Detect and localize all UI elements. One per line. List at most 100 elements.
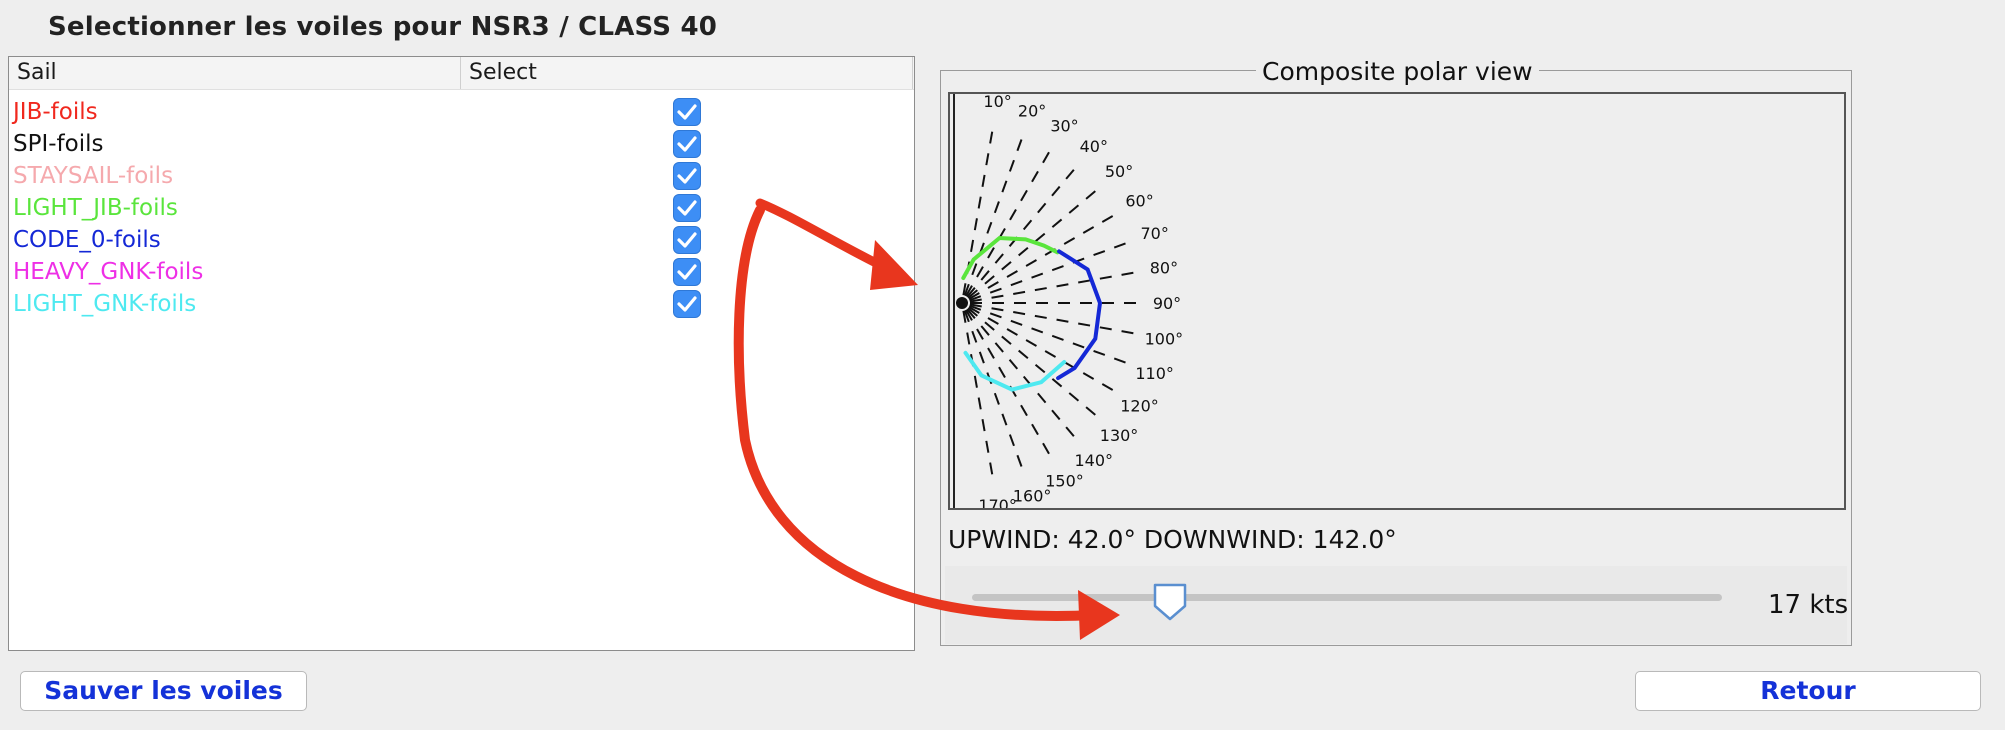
polar-angle-label: 80° (1150, 258, 1178, 277)
back-button[interactable]: Retour (1635, 671, 1981, 711)
select-checkbox[interactable] (673, 194, 701, 222)
sail-name: JIB-foils (13, 99, 98, 125)
sail-name: LIGHT_GNK-foils (13, 291, 197, 317)
polar-radial-dash (1034, 287, 1047, 292)
polar-radial-dash (977, 397, 982, 410)
polar-angle-label: 130° (1100, 426, 1139, 445)
table-row[interactable]: STAYSAIL-foils (9, 160, 914, 192)
polar-angle-label: 140° (1074, 451, 1113, 470)
polar-radial-dash (1051, 218, 1063, 228)
table-row[interactable]: CODE_0-foils (9, 224, 914, 256)
polar-radial-dash (973, 375, 978, 388)
polar-radial-dash (980, 325, 990, 336)
polar-angle-label: 50° (1105, 162, 1133, 181)
checkmark-icon (677, 168, 697, 184)
table-row[interactable]: JIB-foils (9, 96, 914, 128)
polar-angle-label: 70° (1140, 224, 1168, 243)
select-checkbox[interactable] (673, 226, 701, 254)
polar-radial-dash (1006, 328, 1018, 336)
polar-radial-dash (1068, 392, 1080, 402)
polar-angle-label: 110° (1135, 364, 1174, 383)
polar-radial-dash (1006, 270, 1018, 278)
polar-radial-dash (1113, 242, 1126, 249)
polar-radial-dash (1031, 423, 1039, 436)
polar-radial-dash (976, 266, 984, 278)
polar-radial-dash (993, 201, 1000, 214)
polar-radial-dash (1037, 202, 1047, 214)
polar-angle-label: 10° (983, 94, 1011, 111)
wind-angles-readout: UPWIND: 42.0° DOWNWIND: 142.0° (948, 525, 1397, 554)
select-checkbox[interactable] (673, 162, 701, 190)
polar-radial-dash (987, 317, 999, 325)
polar-radial-dash (1099, 326, 1112, 331)
polar-radial-dash (1121, 330, 1134, 335)
wind-speed-slider-track[interactable] (972, 594, 1722, 601)
polar-radial-dash (1034, 363, 1046, 374)
polar-radial-dash (994, 342, 1004, 353)
polar-radial-dash (1065, 169, 1075, 180)
checkmark-icon (677, 296, 697, 312)
table-row[interactable]: LIGHT_GNK-foils (9, 288, 914, 320)
polar-angle-label: 100° (1145, 330, 1184, 349)
polar-radial-dash (1093, 349, 1106, 356)
sail-name: CODE_0-foils (13, 227, 161, 253)
polar-radial-dash (1051, 265, 1064, 272)
polar-radial-dash (1025, 259, 1037, 267)
column-header-sail[interactable]: Sail (9, 57, 461, 89)
sail-name: SPI-foils (13, 131, 104, 157)
polar-radial-dash (986, 221, 993, 234)
polar-radial-dash (1113, 357, 1126, 364)
select-checkbox[interactable] (673, 258, 701, 286)
polar-radial-dash (971, 330, 978, 343)
checkmark-icon (677, 104, 697, 120)
polar-radial-dash (1031, 170, 1039, 183)
polar-radial-dash (1051, 378, 1063, 388)
polar-radial-dash (1082, 226, 1095, 234)
polar-radial-dash (985, 440, 990, 453)
polar-radial-dash (1010, 319, 1023, 326)
polar-radial-dash (1016, 139, 1023, 152)
polar-panel-title: Composite polar view (1256, 57, 1539, 86)
polar-radial-dash (1001, 413, 1008, 426)
table-row[interactable]: HEAVY_GNK-foils (9, 256, 914, 288)
column-header-select[interactable]: Select (461, 57, 913, 89)
polar-radial-dash (1044, 350, 1057, 358)
polar-radial-dash (1008, 434, 1015, 447)
polar-radial-dash (1031, 327, 1044, 334)
sail-name: LIGHT_JIB-foils (13, 195, 178, 221)
polar-radial-dash (1085, 190, 1096, 200)
polar-angle-label: 170° (978, 496, 1017, 508)
polar-radial-dash (970, 239, 975, 252)
sail-table[interactable]: Sail Select JIB-foils SPI-foils STAYSAIL-f… (8, 56, 915, 651)
polar-radial-dash (984, 275, 995, 285)
polar-radial-dash (981, 174, 986, 187)
save-sails-button[interactable]: Sauver les voiles (20, 671, 307, 711)
polar-radial-dash (977, 196, 982, 209)
table-row[interactable]: SPI-foils (9, 128, 914, 160)
polar-radial-dash (1001, 180, 1008, 193)
polar-radial-dash (1013, 290, 1026, 295)
polar-radial-dash (984, 321, 995, 331)
polar-radial-dash (1016, 454, 1023, 467)
polar-radial-dash (1022, 219, 1033, 231)
polar-radial-dash (1065, 426, 1075, 437)
polar-angle-label: 40° (1080, 137, 1108, 156)
polar-radial-dash (1020, 404, 1028, 417)
polar-radial-dash (1101, 215, 1114, 223)
wind-speed-slider-area (945, 566, 1847, 644)
polar-radial-dash (1008, 359, 1019, 370)
select-checkbox[interactable] (673, 130, 701, 158)
polar-radial-dash (1018, 246, 1029, 257)
polar-angle-label: 30° (1050, 116, 1078, 135)
table-row[interactable]: LIGHT_JIB-foils (9, 192, 914, 224)
wind-speed-slider-thumb[interactable] (1152, 582, 1188, 626)
wind-speed-label: 17 kts (1768, 590, 1849, 620)
sail-name: HEAVY_GNK-foils (13, 259, 204, 285)
polar-radial-dash (1099, 275, 1112, 280)
polar-radial-dash (1082, 372, 1095, 380)
select-checkbox[interactable] (673, 290, 701, 318)
polar-radial-dash (1001, 335, 1012, 345)
select-checkbox[interactable] (673, 98, 701, 126)
polar-radial-dash (985, 153, 990, 166)
polar-radial-dash (976, 328, 984, 340)
